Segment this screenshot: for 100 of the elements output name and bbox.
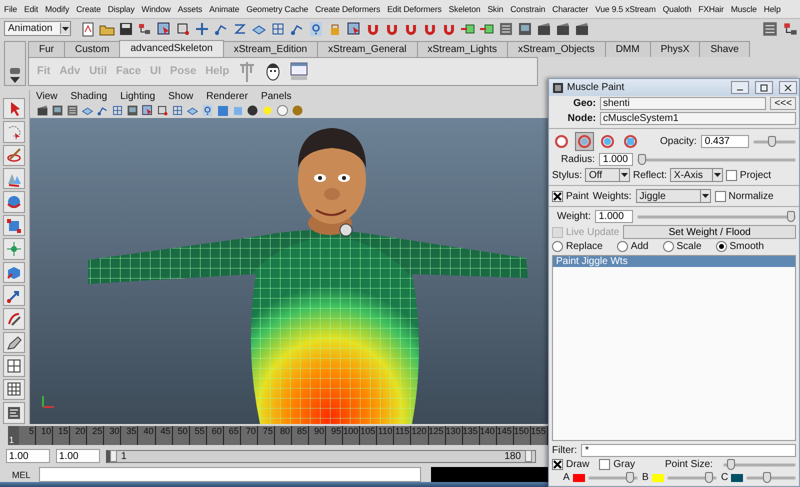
new-file-icon[interactable]: [80, 20, 96, 37]
panel-layout-icon[interactable]: [761, 20, 779, 38]
paint-tool-button[interactable]: [3, 144, 25, 166]
menu-item[interactable]: Assets: [178, 4, 202, 14]
shelf-tab[interactable]: xStream_General: [317, 40, 418, 57]
slider-thumb[interactable]: [638, 154, 646, 164]
save-icon[interactable]: [118, 20, 134, 37]
load-geo-button[interactable]: <<<: [770, 97, 796, 110]
checkbox[interactable]: [552, 459, 563, 470]
slider-thumb[interactable]: [626, 472, 634, 482]
checkbox[interactable]: [726, 170, 737, 180]
soft-select-button[interactable]: [3, 262, 25, 284]
menu-item[interactable]: File: [4, 4, 18, 14]
panel-layout-icon[interactable]: [498, 20, 514, 37]
shelf-icon[interactable]: [9, 66, 21, 75]
node-field[interactable]: cMuscleSystem1: [600, 112, 796, 125]
maximize-button[interactable]: [755, 81, 773, 94]
outliner-button[interactable]: [3, 402, 25, 424]
panel-menu[interactable]: Renderer: [206, 90, 248, 102]
render-icon[interactable]: [51, 104, 64, 117]
range-bar[interactable]: 1 180: [110, 450, 535, 462]
panel-menu[interactable]: Panels: [260, 90, 292, 102]
menu-item[interactable]: Create: [76, 4, 101, 14]
component-icon[interactable]: [156, 104, 169, 117]
weights-dropdown[interactable]: Jiggle: [636, 189, 711, 203]
last-tool-button[interactable]: [3, 285, 25, 306]
caret-icon[interactable]: [10, 76, 20, 83]
shelf-tab[interactable]: xStream_Objects: [506, 40, 606, 57]
range-slider[interactable]: 1 180: [106, 450, 536, 463]
lattice-icon[interactable]: [111, 104, 124, 117]
grease-pencil-button[interactable]: [3, 332, 25, 354]
select-tool-button[interactable]: [3, 98, 25, 120]
menu-item[interactable]: Muscle: [730, 4, 757, 14]
start-time-field[interactable]: 1.00: [6, 449, 50, 464]
command-input-field[interactable]: [38, 467, 421, 482]
menu-item[interactable]: Help: [764, 4, 781, 14]
clapper-icon[interactable]: [555, 20, 571, 37]
panel-layout-icon[interactable]: [66, 104, 79, 117]
manipulator-button[interactable]: [3, 238, 25, 260]
menu-item[interactable]: Window: [142, 4, 171, 14]
checkbox[interactable]: [552, 190, 563, 202]
sculpt-tool-button[interactable]: [3, 308, 25, 330]
color-swatch[interactable]: [652, 474, 664, 482]
stylus-dropdown[interactable]: Off: [585, 168, 630, 182]
slider-thumb[interactable]: [763, 472, 772, 482]
range-handle[interactable]: [110, 450, 117, 462]
move-icon[interactable]: [194, 20, 210, 37]
menu-set-dropdown[interactable]: Animation: [4, 21, 71, 36]
shelf-tab[interactable]: xStream_Lights: [416, 40, 508, 57]
component-icon[interactable]: [175, 20, 191, 37]
menu-item[interactable]: Edit Deformers: [387, 4, 442, 14]
lattice-icon[interactable]: [270, 20, 286, 37]
checkbox[interactable]: [599, 459, 610, 470]
shelf-tab[interactable]: xStream_Edition: [222, 40, 318, 57]
close-button[interactable]: [779, 81, 797, 94]
window-icon[interactable]: [290, 61, 308, 82]
render-icon[interactable]: [517, 20, 533, 37]
lattice-icon[interactable]: [171, 104, 184, 117]
shelf-tab[interactable]: Shave: [699, 40, 750, 57]
menu-item[interactable]: Character: [552, 4, 588, 14]
select-object-icon[interactable]: [346, 20, 362, 37]
panel-menu[interactable]: Shading: [70, 90, 108, 102]
script-language-toggle[interactable]: MEL: [12, 470, 31, 480]
checkbox[interactable]: [714, 190, 726, 202]
panel-menu[interactable]: View: [36, 90, 58, 102]
weight-list[interactable]: Paint Jiggle Wts: [552, 255, 796, 441]
brush-profile-button[interactable]: [575, 132, 594, 151]
slider-thumb[interactable]: [768, 136, 776, 146]
set-weight-flood-button[interactable]: Set Weight / Flood: [623, 225, 796, 239]
shelf-tab[interactable]: advancedSkeleton: [119, 40, 224, 57]
slider-thumb[interactable]: [787, 210, 795, 222]
radius-field[interactable]: 1.000: [598, 153, 633, 166]
rotate-tool-button[interactable]: [3, 191, 25, 213]
shelf-tab[interactable]: PhysX: [650, 40, 700, 57]
weight-list-item[interactable]: Paint Jiggle Wts: [553, 256, 795, 267]
menu-item[interactable]: Create Deformers: [315, 4, 380, 14]
cube-icon[interactable]: [216, 104, 229, 117]
menu-item[interactable]: Skin: [487, 4, 504, 14]
menu-item[interactable]: Skeleton: [448, 4, 480, 14]
shelf-tab[interactable]: Custom: [64, 40, 120, 57]
sphere-icon[interactable]: [246, 104, 259, 117]
layout-button[interactable]: [3, 378, 25, 400]
menu-item[interactable]: Display: [108, 4, 135, 14]
range-handle[interactable]: [525, 450, 532, 462]
menu-item[interactable]: FXHair: [698, 4, 724, 14]
radio-button[interactable]: [552, 241, 563, 252]
layout-button[interactable]: [3, 355, 25, 377]
skeleton-icon[interactable]: [238, 60, 256, 82]
menu-item[interactable]: Vue 9.5 xStream: [595, 4, 656, 14]
panel-menu[interactable]: Lighting: [120, 90, 156, 102]
select-object-icon[interactable]: [156, 20, 172, 37]
playback-start-field[interactable]: 1.00: [56, 449, 100, 464]
reflect-dropdown[interactable]: X-Axis: [670, 168, 723, 182]
radio-button[interactable]: [716, 241, 727, 252]
geo-field[interactable]: shenti: [600, 97, 766, 110]
menu-item[interactable]: Animate: [209, 4, 240, 14]
slider-thumb[interactable]: [726, 458, 735, 470]
filter-field[interactable]: *: [581, 444, 796, 457]
opacity-field[interactable]: 0.437: [700, 135, 749, 148]
select-object-icon[interactable]: [141, 104, 154, 117]
